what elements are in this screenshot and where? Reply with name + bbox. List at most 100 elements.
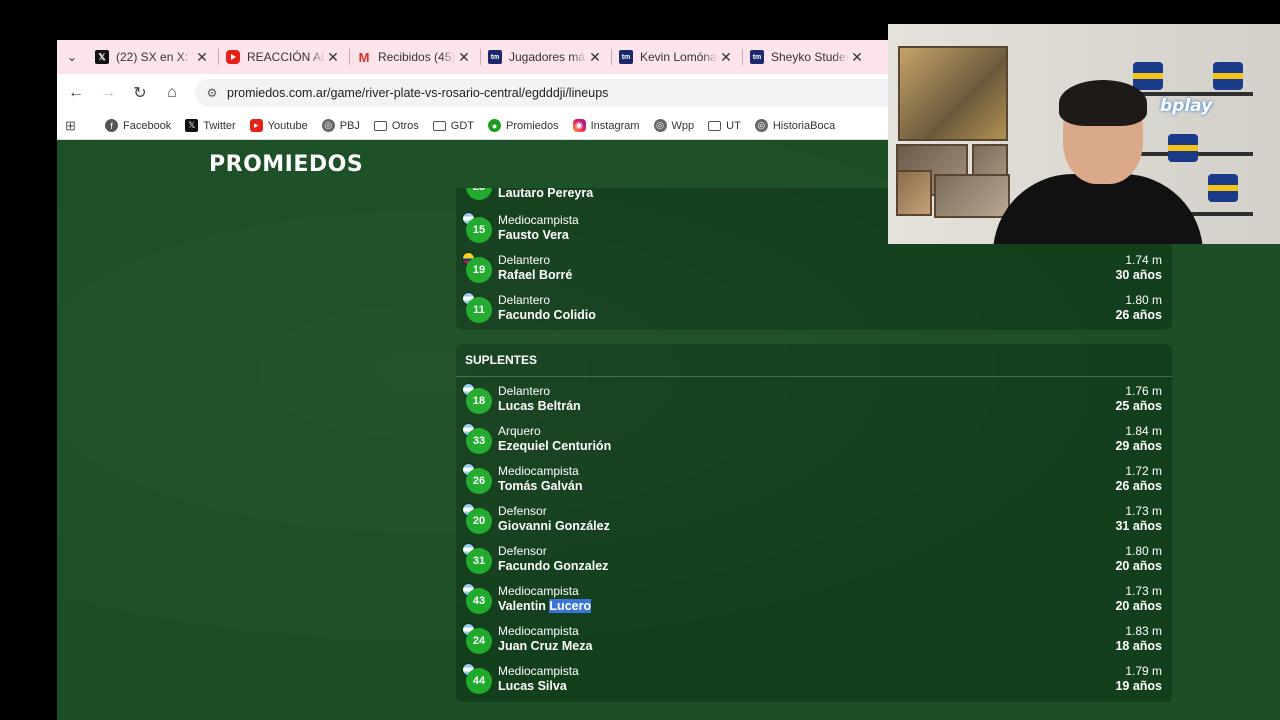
tab-transfermarkt-3[interactable]: tm Sheyko Studer - ✕ <box>742 40 873 74</box>
forward-arrow-icon[interactable]: → <box>93 78 123 108</box>
bookmark-historiaboca[interactable]: ◎ HistoriaBoca <box>754 119 836 132</box>
player-height: 1.73 m <box>1125 584 1162 598</box>
player-age: 20 años <box>1115 599 1162 613</box>
player-age: 26 años <box>1115 479 1162 493</box>
player-height: 1.83 m <box>1125 624 1162 638</box>
close-icon[interactable]: ✕ <box>194 49 210 66</box>
selected-text[interactable]: Lucero <box>549 599 592 613</box>
bookmark-promiedos[interactable]: ● Promiedos <box>488 119 559 132</box>
player-age: 31 años <box>1115 519 1162 533</box>
player-height: 1.79 m <box>1125 664 1162 678</box>
wall-photo <box>896 170 932 216</box>
player-position: Delantero <box>498 253 551 267</box>
player-name[interactable]: Juan Cruz Meza <box>498 639 592 653</box>
player-row[interactable]: 11 Delantero Facundo Colidio 1.80 m 26 a… <box>456 290 1172 330</box>
player-name[interactable]: Tomás Galván <box>498 479 583 493</box>
transfermarkt-icon: tm <box>750 50 764 64</box>
player-age: 25 años <box>1115 399 1162 413</box>
tab-x[interactable]: 𝕏 (22) SX en X: "M ✕ <box>87 40 218 74</box>
instagram-icon: ◉ <box>572 119 586 132</box>
bookmark-pbj[interactable]: ◎ PBJ <box>321 119 360 132</box>
player-height: 1.84 m <box>1125 424 1162 438</box>
player-number: 44 <box>466 668 492 694</box>
bookmark-gdt[interactable]: GDT <box>432 120 474 132</box>
bookmark-otros[interactable]: Otros <box>373 119 419 132</box>
player-number: 18 <box>466 388 492 414</box>
facebook-icon: f <box>105 119 118 132</box>
bookmark-label: Facebook <box>123 119 172 132</box>
substitutes-title: SUPLENTES <box>456 344 1172 377</box>
player-height: 1.80 m <box>1125 544 1162 558</box>
player-number: 26 <box>466 468 492 494</box>
bookmark-label: HistoriaBoca <box>772 119 836 132</box>
bookmark-facebook[interactable]: f Facebook <box>105 119 171 132</box>
player-name[interactable]: Fausto Vera <box>498 228 569 242</box>
player-name[interactable]: Lucas Silva <box>498 679 567 693</box>
tab-youtube[interactable]: REACCIÓN AL E ✕ <box>218 40 349 74</box>
player-row[interactable]: 33 Arquero Ezequiel Centurión 1.84 m 29 … <box>456 421 1172 461</box>
player-row[interactable]: 18 Delantero Lucas Beltrán 1.76 m 25 año… <box>456 381 1172 421</box>
promiedos-logo[interactable]: PROMIEDOS <box>209 152 363 177</box>
player-position: Mediocampista <box>498 584 579 598</box>
player-position: Delantero <box>498 384 551 398</box>
bookmark-label: Instagram <box>590 119 640 132</box>
player-row[interactable]: 43 Mediocampista Valentin Lucero 1.73 m … <box>456 581 1172 621</box>
back-arrow-icon[interactable]: ← <box>61 78 91 108</box>
jersey <box>1213 62 1243 90</box>
player-position: Mediocampista <box>498 664 579 678</box>
player-name[interactable]: Rafael Borré <box>498 268 572 282</box>
player-position: Defensor <box>498 504 547 518</box>
bookmark-youtube[interactable]: ▸ Youtube <box>249 119 308 132</box>
apps-grid-icon[interactable]: ⊞ <box>65 118 85 134</box>
tab-transfermarkt-2[interactable]: tm Kevin Lomónaco ✕ <box>611 40 742 74</box>
player-row[interactable]: 19 Delantero Rafael Borré 1.74 m 30 años <box>456 250 1172 290</box>
close-icon[interactable]: ✕ <box>718 49 734 66</box>
tab-search-chevron-icon[interactable]: ⌄ <box>57 40 87 74</box>
tab-title: Kevin Lomónaco <box>640 50 718 64</box>
bookmark-instagram[interactable]: ◉ Instagram <box>572 119 640 132</box>
tab-gmail[interactable]: M Recibidos (45) - ✕ <box>349 40 480 74</box>
player-first-name: Valentin <box>498 599 546 613</box>
url-text: promiedos.com.ar/game/river-plate-vs-ros… <box>227 86 609 100</box>
player-height: 1.80 m <box>1125 293 1162 307</box>
player-row[interactable]: 24 Mediocampista Juan Cruz Meza 1.83 m 1… <box>456 621 1172 661</box>
player-name[interactable]: Facundo Gonzalez <box>498 559 608 573</box>
close-icon[interactable]: ✕ <box>456 49 472 66</box>
bookmark-label: Youtube <box>267 119 308 132</box>
player-number: 19 <box>466 257 492 283</box>
bookmark-wpp[interactable]: ◎ Wpp <box>653 119 695 132</box>
player-age: 20 años <box>1115 559 1162 573</box>
youtube-icon: ▸ <box>249 119 263 132</box>
bookmark-label: Otros <box>391 119 419 132</box>
bookmark-twitter[interactable]: 𝕏 Twitter <box>185 119 236 132</box>
reload-icon[interactable]: ↻ <box>125 78 155 108</box>
substitutes-card: SUPLENTES 18 Delantero Lucas Beltrán 1.7… <box>456 344 1172 702</box>
close-icon[interactable]: ✕ <box>325 49 341 66</box>
close-icon[interactable]: ✕ <box>587 49 603 66</box>
player-name[interactable]: Lautaro Pereyra <box>498 186 593 200</box>
player-number: 31 <box>466 548 492 574</box>
bookmark-label: UT <box>726 119 741 132</box>
site-info-icon[interactable]: ⚙ <box>203 84 221 102</box>
player-name[interactable]: Giovanni González <box>498 519 610 533</box>
player-row[interactable]: 20 Defensor Giovanni González 1.73 m 31 … <box>456 501 1172 541</box>
player-name[interactable]: Valentin Lucero <box>498 599 592 613</box>
player-name[interactable]: Ezequiel Centurión <box>498 439 611 453</box>
player-name[interactable]: Facundo Colidio <box>498 308 596 322</box>
player-age: 30 años <box>1115 268 1162 282</box>
tab-transfermarkt-1[interactable]: tm Jugadores más ✕ <box>480 40 611 74</box>
home-icon[interactable]: ⌂ <box>157 78 187 108</box>
bookmark-label: Wpp <box>671 119 695 132</box>
close-icon[interactable]: ✕ <box>849 49 865 66</box>
player-row[interactable]: 44 Mediocampista Lucas Silva 1.79 m 19 a… <box>456 661 1172 701</box>
player-height: 1.74 m <box>1125 253 1162 267</box>
player-row[interactable]: 31 Defensor Facundo Gonzalez 1.80 m 20 a… <box>456 541 1172 581</box>
gmail-icon: M <box>358 49 370 65</box>
transfermarkt-icon: tm <box>488 50 502 64</box>
folder-icon <box>373 120 387 131</box>
logo-text: PROMIEDOS <box>209 152 364 177</box>
player-name[interactable]: Lucas Beltrán <box>498 399 581 413</box>
player-row[interactable]: 26 Mediocampista Tomás Galván 1.72 m 26 … <box>456 461 1172 501</box>
bookmark-ut[interactable]: UT <box>708 120 741 132</box>
globe-icon: ◎ <box>653 119 667 132</box>
